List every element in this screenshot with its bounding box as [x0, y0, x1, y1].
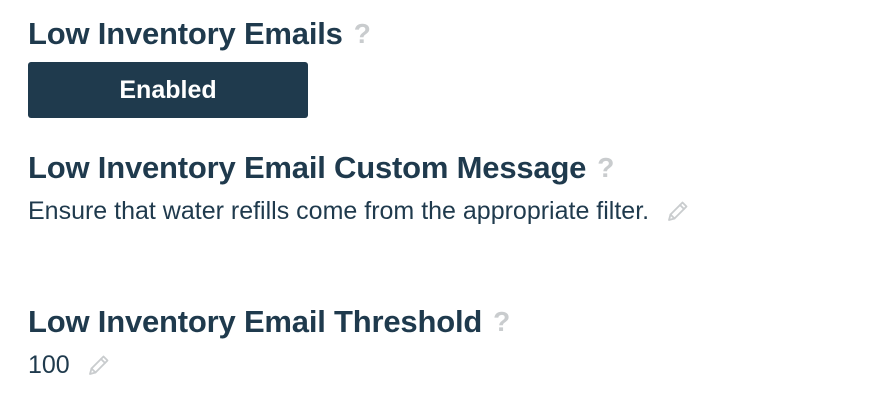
custom-message-value: Ensure that water refills come from the …: [28, 196, 650, 225]
help-icon[interactable]: ?: [597, 153, 614, 182]
threshold-value: 100: [28, 350, 70, 379]
custom-message-label-row: Low Inventory Email Custom Message ?: [28, 152, 691, 183]
custom-message-label: Low Inventory Email Custom Message: [28, 150, 587, 185]
help-icon[interactable]: ?: [354, 19, 371, 48]
low-inventory-emails-label: Low Inventory Emails: [28, 16, 343, 51]
threshold-setting: Low Inventory Email Threshold ? 100: [28, 306, 510, 378]
low-inventory-emails-label-row: Low Inventory Emails ?: [28, 18, 428, 49]
low-inventory-emails-setting: Low Inventory Emails ? Enabled: [28, 18, 428, 118]
custom-message-value-row: Ensure that water refills come from the …: [28, 198, 691, 224]
custom-message-setting: Low Inventory Email Custom Message ? Ens…: [28, 152, 691, 224]
help-icon[interactable]: ?: [493, 307, 510, 336]
pencil-icon[interactable]: [86, 352, 112, 378]
low-inventory-emails-toggle-button[interactable]: Enabled: [28, 62, 308, 118]
threshold-label: Low Inventory Email Threshold: [28, 304, 483, 339]
pencil-icon[interactable]: [665, 198, 691, 224]
threshold-label-row: Low Inventory Email Threshold ?: [28, 306, 510, 337]
threshold-value-row: 100: [28, 352, 510, 378]
